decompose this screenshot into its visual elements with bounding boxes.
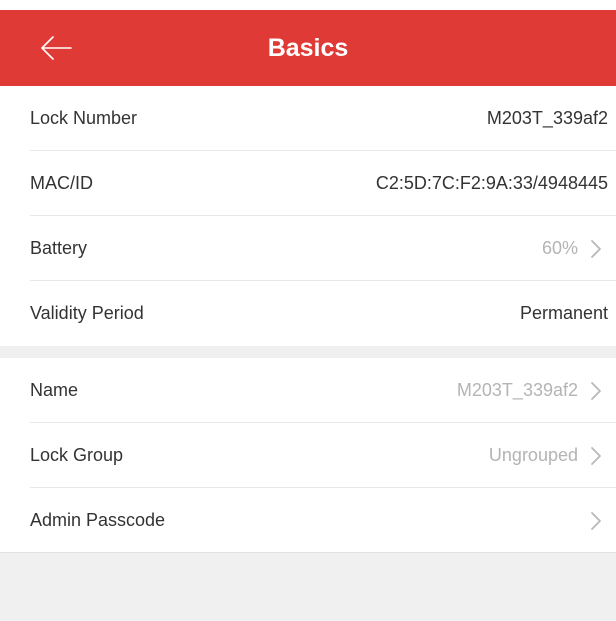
validity-period-value: Permanent	[519, 303, 608, 323]
battery-value: 60%	[541, 238, 578, 258]
chevron-right-icon	[591, 447, 601, 465]
admin-passcode-label: Admin Passcode	[30, 510, 166, 530]
validity-period-label: Validity Period	[30, 303, 144, 323]
chevron-right-icon	[591, 512, 601, 530]
mac-id-label: MAC/ID	[30, 173, 93, 193]
header-bar: Basics	[0, 10, 616, 86]
settings-section: Name M203T_339af2 Lock Group Ungrouped A…	[0, 358, 616, 552]
lock-info-section: Lock Number M203T_339af2 MAC/ID C2:5D:7C…	[0, 86, 616, 346]
top-strip	[0, 0, 616, 10]
mac-id-value: C2:5D:7C:F2:9A:33/4948445	[375, 173, 608, 193]
row-admin-passcode[interactable]: Admin Passcode	[0, 488, 616, 553]
section-bottom-divider	[0, 552, 616, 553]
lock-number-label: Lock Number	[30, 108, 138, 128]
lock-number-value: M203T_339af2	[486, 108, 608, 128]
chevron-right-icon	[591, 240, 601, 258]
name-value: M203T_339af2	[456, 380, 578, 400]
lock-group-label: Lock Group	[30, 445, 124, 465]
row-lock-number: Lock Number M203T_339af2	[0, 86, 616, 151]
lock-group-value: Ungrouped	[488, 445, 578, 465]
row-lock-group[interactable]: Lock Group Ungrouped	[0, 423, 616, 488]
page-title: Basics	[267, 34, 349, 62]
chevron-right-icon	[591, 382, 601, 400]
row-name[interactable]: Name M203T_339af2	[0, 358, 616, 423]
battery-label: Battery	[30, 238, 88, 258]
row-mac-id: MAC/ID C2:5D:7C:F2:9A:33/4948445	[0, 151, 616, 216]
row-battery[interactable]: Battery 60%	[0, 216, 616, 281]
row-validity-period: Validity Period Permanent	[0, 281, 616, 346]
name-label: Name	[30, 380, 79, 400]
